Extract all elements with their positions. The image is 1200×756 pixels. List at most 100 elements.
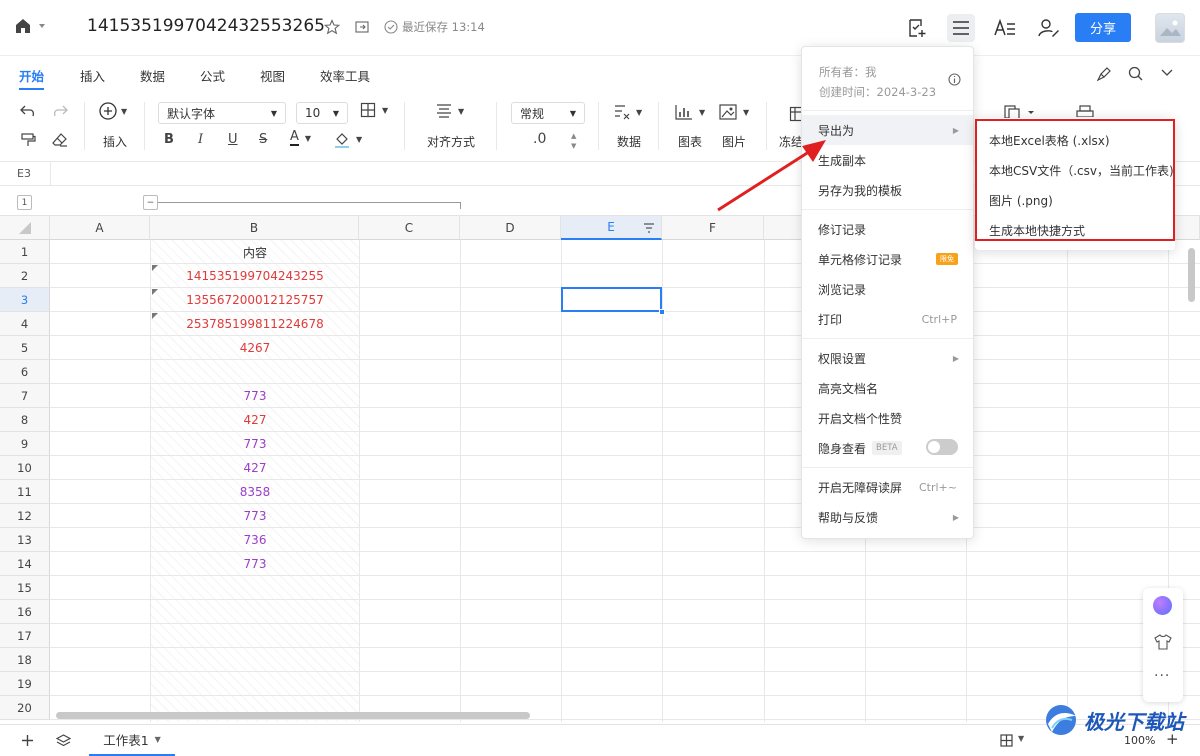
row-header[interactable]: 19 <box>0 672 50 696</box>
cell-reference[interactable]: E3 <box>17 167 31 180</box>
incognito-toggle[interactable] <box>926 439 958 455</box>
row-header[interactable]: 3 <box>0 288 50 312</box>
row-header[interactable]: 9 <box>0 432 50 456</box>
group-level-button[interactable]: 1 <box>17 195 32 210</box>
fill-color-dropdown[interactable]: ▼ <box>334 131 362 148</box>
grid-view-icon[interactable] <box>1000 734 1013 747</box>
undo-icon[interactable] <box>20 104 36 118</box>
row-header[interactable]: 6 <box>0 360 50 384</box>
menu-item-accessibility[interactable]: 开启无障碍读屏 Ctrl+~ <box>802 472 973 502</box>
decimal-stepper[interactable]: ▲ ▼ <box>571 131 576 151</box>
layers-icon[interactable] <box>56 734 71 748</box>
menu-item-revision-history[interactable]: 修订记录 <box>802 214 973 244</box>
column-header-f[interactable]: F <box>662 216 764 240</box>
fill-handle[interactable] <box>659 309 665 315</box>
tab-start[interactable]: 开始 <box>19 66 44 85</box>
table-cell[interactable]: 773 <box>151 432 359 456</box>
row-header[interactable]: 2 <box>0 264 50 288</box>
table-cell[interactable]: 427 <box>151 408 359 432</box>
row-header[interactable]: 5 <box>0 336 50 360</box>
filter-icon[interactable] <box>643 223 655 233</box>
table-cell[interactable]: 253785199811224678 <box>151 312 359 336</box>
chart-dropdown[interactable]: ▼ <box>675 104 705 120</box>
column-header-d[interactable]: D <box>460 216 561 240</box>
collaborator-button[interactable] <box>1035 14 1063 42</box>
menu-item-print[interactable]: 打印 Ctrl+P <box>802 304 973 334</box>
align-dropdown[interactable]: ▼ <box>436 104 464 118</box>
avatar[interactable] <box>1155 13 1185 43</box>
row-header[interactable]: 18 <box>0 648 50 672</box>
table-cell[interactable]: 773 <box>151 552 359 576</box>
info-icon[interactable] <box>948 73 961 86</box>
row-header[interactable]: 11 <box>0 480 50 504</box>
font-color-dropdown[interactable]: A ▼ <box>290 130 311 146</box>
tab-insert[interactable]: 插入 <box>80 66 105 85</box>
collapse-group-button[interactable]: − <box>143 195 158 210</box>
font-style-button[interactable] <box>991 14 1019 42</box>
table-cell[interactable]: 141535199704243255 <box>151 264 359 288</box>
column-header-a[interactable]: A <box>50 216 150 240</box>
row-header[interactable]: 16 <box>0 600 50 624</box>
underline-button[interactable]: U <box>228 132 238 147</box>
menu-button[interactable] <box>947 14 975 42</box>
table-cell[interactable]: 773 <box>151 504 359 528</box>
row-header[interactable]: 15 <box>0 576 50 600</box>
document-title[interactable]: 141535199704243255326​5 <box>87 16 325 36</box>
menu-item-view-history[interactable]: 浏览记录 <box>802 274 973 304</box>
ai-assistant-icon[interactable] <box>1153 596 1172 615</box>
active-cell-selection[interactable] <box>561 287 662 312</box>
row-header[interactable]: 4 <box>0 312 50 336</box>
column-header-e[interactable]: E <box>561 216 662 240</box>
row-header[interactable]: 17 <box>0 624 50 648</box>
table-cell[interactable]: 8358 <box>151 480 359 504</box>
home-button[interactable] <box>14 17 46 35</box>
table-cell[interactable]: 135567200012125757 <box>151 288 359 312</box>
copy-icon[interactable] <box>1004 105 1034 119</box>
row-header[interactable]: 7 <box>0 384 50 408</box>
tab-formula[interactable]: 公式 <box>200 66 225 85</box>
format-painter-icon[interactable] <box>20 132 36 148</box>
font-size-select[interactable]: 10 ▼ <box>296 102 348 124</box>
redo-icon[interactable] <box>52 104 68 118</box>
font-family-select[interactable]: 默认字体 ▼ <box>158 102 286 124</box>
eraser-icon[interactable] <box>52 132 68 148</box>
table-cell[interactable]: 773 <box>151 384 359 408</box>
search-icon[interactable] <box>1128 66 1143 81</box>
row-header[interactable]: 14 <box>0 552 50 576</box>
tab-efficiency-tools[interactable]: 效率工具 <box>320 66 370 85</box>
spreadsheet-grid[interactable]: A B C D E F 1 2 3 4 5 6 7 8 9 10 11 12 13 14 15 16 17 18 1… <box>0 216 1200 722</box>
horizontal-scrollbar[interactable] <box>56 712 530 719</box>
select-all-corner[interactable] <box>0 216 50 240</box>
brush-icon[interactable] <box>1096 66 1112 82</box>
row-header[interactable]: 12 <box>0 504 50 528</box>
menu-item-permissions[interactable]: 权限设置 ▶ <box>802 343 973 373</box>
data-dropdown[interactable]: ▼ <box>614 104 642 120</box>
italic-button[interactable]: I <box>198 132 203 147</box>
menu-item-enable-likes[interactable]: 开启文档个性赞 <box>802 403 973 433</box>
tab-view[interactable]: 视图 <box>260 66 285 85</box>
skin-icon[interactable] <box>1154 634 1172 650</box>
column-header-c[interactable]: C <box>359 216 460 240</box>
strikethrough-button[interactable]: S <box>259 132 267 147</box>
menu-item-highlight-name[interactable]: 高亮文档名 <box>802 373 973 403</box>
row-header[interactable]: 13 <box>0 528 50 552</box>
chevron-down-icon[interactable]: ▼ <box>1018 734 1024 743</box>
printer-icon[interactable] <box>1076 105 1094 117</box>
table-cell[interactable]: 内容 <box>151 240 359 264</box>
table-cell[interactable]: 427 <box>151 456 359 480</box>
decimal-button[interactable]: .0 <box>533 131 546 147</box>
vertical-scrollbar[interactable] <box>1188 248 1195 302</box>
bold-button[interactable]: B <box>164 132 174 147</box>
task-button[interactable] <box>903 14 931 42</box>
table-cell[interactable]: 736 <box>151 528 359 552</box>
column-header-b[interactable]: B <box>150 216 359 240</box>
menu-item-help[interactable]: 帮助与反馈 ▶ <box>802 502 973 532</box>
border-dropdown[interactable]: ▼ <box>360 102 388 118</box>
add-sheet-icon[interactable] <box>21 734 34 747</box>
number-format-select[interactable]: 常规 ▼ <box>511 102 585 124</box>
more-icon[interactable]: ··· <box>1154 668 1170 684</box>
sheet-tab-1[interactable]: 工作表1 ▼ <box>89 725 175 756</box>
collapse-chevron-icon[interactable] <box>1161 69 1173 77</box>
row-header[interactable]: 8 <box>0 408 50 432</box>
table-cell[interactable]: 4267 <box>151 336 359 360</box>
